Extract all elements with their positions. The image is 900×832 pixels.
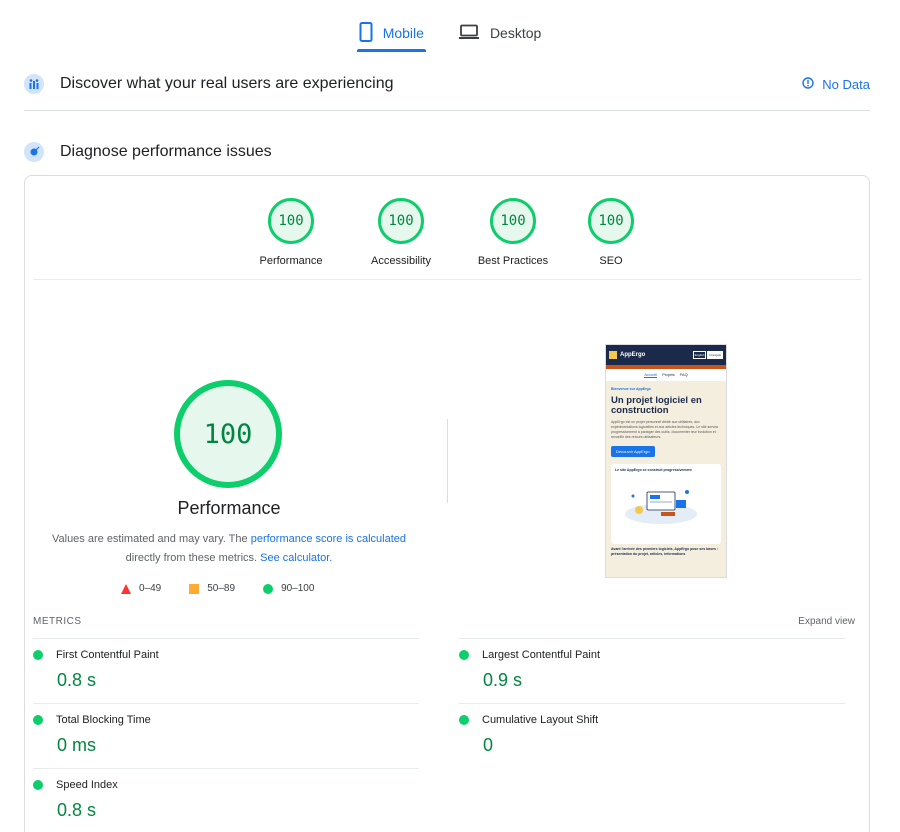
- gauge-label: Best Practices: [477, 255, 549, 267]
- lang-fr: Français: [707, 351, 723, 359]
- screenshot-brand: AppErgo: [620, 352, 646, 358]
- gauge-seo[interactable]: 100 SEO: [567, 198, 655, 267]
- gauge-score: 100: [268, 198, 314, 244]
- nav-item: FAQ: [679, 372, 688, 377]
- pass-circle-icon: [33, 650, 43, 660]
- metric-fcp: First Contentful Paint 0.8 s: [33, 638, 419, 691]
- performance-score-gauge: 100: [174, 380, 282, 488]
- pass-circle-icon: [459, 715, 469, 725]
- lab-data-icon: [24, 142, 44, 162]
- pass-circle-icon: [33, 780, 43, 790]
- screenshot-kicker: Bienvenue sur AppErgo: [611, 387, 651, 391]
- gauge-performance[interactable]: 100 Performance: [239, 198, 343, 267]
- note-text-2: directly from these metrics.: [125, 552, 261, 564]
- tab-mobile-label: Mobile: [382, 25, 424, 41]
- tab-desktop-label: Desktop: [489, 25, 542, 41]
- screenshot-nav: Accueil Projets FAQ: [606, 369, 726, 381]
- field-data-icon: [24, 74, 44, 94]
- gauge-label: Accessibility: [371, 255, 431, 267]
- legend-average-range: 50–89: [207, 583, 236, 594]
- metrics-title: METRICS: [33, 616, 82, 627]
- metrics-header: METRICS Expand view: [33, 616, 855, 627]
- no-data-label: No Data: [822, 76, 870, 92]
- legend-pass-range: 90–100: [281, 583, 315, 594]
- screenshot-headline: Un projet logiciel en construction: [611, 395, 702, 416]
- field-data-title: Discover what your real users are experi…: [60, 75, 394, 92]
- metric-cls: Cumulative Layout Shift 0: [459, 703, 845, 756]
- category-gauges: 100 Performance 100 Accessibility 100 Be…: [25, 198, 869, 267]
- gauge-score: 100: [588, 198, 634, 244]
- metric-name: Largest Contentful Paint: [482, 649, 601, 661]
- mobile-phone-icon: [359, 21, 373, 45]
- metric-value: 0.8 s: [57, 670, 97, 690]
- lighthouse-report-card: 100 Performance 100 Accessibility 100 Be…: [24, 175, 870, 832]
- metric-name: Speed Index: [56, 779, 118, 791]
- nav-item: Accueil: [644, 372, 658, 378]
- field-data-section: Discover what your real users are experi…: [24, 74, 870, 94]
- section-divider: [24, 110, 870, 111]
- brand-logo-icon: [609, 351, 617, 359]
- metric-name: Cumulative Layout Shift: [482, 714, 599, 726]
- gauge-best-practices[interactable]: 100 Best Practices: [459, 198, 567, 267]
- metric-name: Total Blocking Time: [56, 714, 151, 726]
- gauge-label: SEO: [599, 255, 623, 267]
- laptop-icon: [458, 24, 480, 43]
- metric-speed-index: Speed Index 0.8 s: [33, 768, 419, 821]
- screenshot-button: Découvrir AppErgo: [611, 446, 655, 457]
- triangle-icon: [121, 583, 131, 594]
- screenshot-card: Le site AppErgo se construit progressive…: [611, 464, 721, 544]
- performance-note: Values are estimated and may vary. The p…: [45, 530, 413, 568]
- legend-average: 50–89: [189, 583, 235, 594]
- square-icon: [189, 583, 200, 594]
- pass-circle-icon: [33, 715, 43, 725]
- metric-name: First Contentful Paint: [56, 649, 159, 661]
- metric-value: 0.8 s: [57, 800, 97, 820]
- legend-pass: 90–100: [263, 583, 314, 594]
- gauges-divider: [33, 279, 861, 280]
- metric-tbt: Total Blocking Time 0 ms: [33, 703, 419, 756]
- pass-circle-icon: [459, 650, 469, 660]
- tab-desktop[interactable]: Desktop: [456, 18, 543, 48]
- screenshot-header: AppErgo English Français: [606, 345, 726, 365]
- circle-icon: [263, 583, 274, 594]
- metric-value: 0: [483, 735, 494, 755]
- lab-data-title: Diagnose performance issues: [60, 143, 272, 160]
- legend-fail: 0–49: [121, 583, 161, 594]
- metric-value: 0.9 s: [483, 670, 523, 690]
- info-icon: [802, 76, 814, 92]
- metric-value: 0 ms: [57, 735, 97, 755]
- gauge-accessibility[interactable]: 100 Accessibility: [343, 198, 459, 267]
- legend-fail-range: 0–49: [139, 583, 162, 594]
- lang-en: English: [692, 351, 707, 359]
- lab-data-section: Diagnose performance issues: [24, 142, 870, 162]
- screenshot-footer-text: Avant l'arrivée des premiers logiciels, …: [611, 547, 719, 556]
- screenshot-lang-switch: English Français: [692, 351, 723, 359]
- see-calculator-link[interactable]: See calculator.: [260, 552, 332, 564]
- tab-mobile[interactable]: Mobile: [356, 18, 427, 52]
- gauge-score: 100: [490, 198, 536, 244]
- screenshot-body: Bienvenue sur AppErgo Un projet logiciel…: [606, 381, 726, 563]
- screenshot-card-title: Le site AppErgo se construit progressive…: [615, 468, 692, 472]
- metric-lcp: Largest Contentful Paint 0.9 s: [459, 638, 845, 691]
- nav-item: Projets: [662, 372, 675, 377]
- final-screenshot[interactable]: AppErgo English Français Accueil Projets…: [605, 344, 727, 578]
- score-legend: 0–49 50–89 90–100: [121, 583, 342, 594]
- vertical-separator: [447, 419, 448, 503]
- illustration-icon: [625, 490, 697, 524]
- note-text-1: Values are estimated and may vary. The: [51, 533, 251, 545]
- gauge-label: Performance: [259, 255, 323, 267]
- expand-view-toggle[interactable]: Expand view: [798, 616, 855, 627]
- score-calculated-link[interactable]: performance score is calculated: [251, 533, 406, 545]
- no-data-status[interactable]: No Data: [802, 77, 870, 92]
- screenshot-paragraph: AppErgo est un projet personnel dédié au…: [611, 420, 718, 439]
- performance-title: Performance: [177, 498, 281, 518]
- device-tabs: Mobile Desktop: [0, 18, 900, 52]
- gauge-score: 100: [378, 198, 424, 244]
